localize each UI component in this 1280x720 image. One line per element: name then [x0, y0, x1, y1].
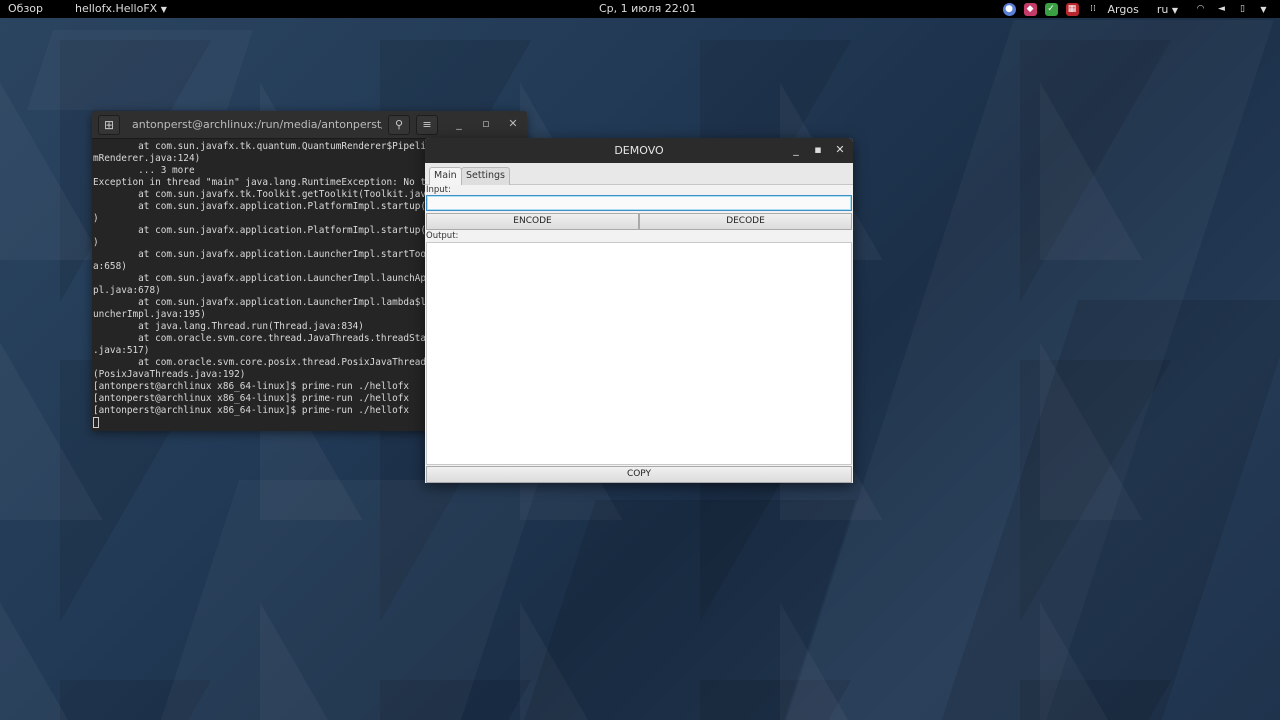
search-icon: ⚲ — [394, 118, 404, 131]
wallpaper-panel — [161, 480, 539, 720]
app-icon-1[interactable]: ● — [1002, 2, 1016, 16]
argos-label[interactable]: Argos — [1108, 3, 1139, 16]
minimize-button[interactable]: _ — [789, 143, 803, 156]
terminal-header: ⊞ antonperst@archlinux:/run/media/antonp… — [92, 111, 527, 139]
copy-button[interactable]: COPY — [426, 466, 852, 483]
battery-icon[interactable]: ▯ — [1236, 3, 1249, 16]
chevron-down-icon: ▼ — [160, 5, 167, 14]
tab-main[interactable]: Main — [429, 167, 462, 185]
output-label: Output: — [426, 231, 459, 241]
new-tab-button[interactable]: ⊞ — [98, 115, 120, 135]
app-icon-2[interactable]: ◆ — [1023, 2, 1037, 16]
input-field[interactable] — [426, 195, 852, 211]
top-bar: Обзор hellofx.HelloFX ▼ Ср, 1 июля 22:01… — [0, 0, 1280, 18]
activities-button[interactable]: Обзор — [8, 2, 43, 15]
close-button[interactable]: ✕ — [506, 117, 520, 130]
plus-icon: ⊞ — [103, 118, 115, 132]
calendar-icon[interactable]: ▦ — [1065, 2, 1079, 16]
chevron-down-icon: ▼ — [1171, 5, 1178, 15]
encode-button[interactable]: ENCODE — [426, 213, 639, 230]
clock[interactable]: Ср, 1 июля 22:01 — [599, 2, 696, 15]
language-label: ru — [1156, 2, 1169, 16]
system-tray: ● ◆ ✓ ▦ ⁞⁞ Argos ru ▼ ◠ ◄ ▯ ▼ — [1002, 0, 1270, 18]
menu-button[interactable]: ≡ — [416, 115, 438, 135]
volume-icon[interactable]: ◄ — [1215, 3, 1228, 16]
demovo-window: DEMOVO _ ▪ ✕ Main Settings Input: ENCODE… — [425, 138, 853, 483]
search-button[interactable]: ⚲ — [388, 115, 410, 135]
wifi-icon[interactable]: ◠ — [1194, 3, 1207, 16]
close-button[interactable]: ✕ — [833, 143, 847, 156]
hamburger-icon: ≡ — [422, 118, 432, 131]
terminal-title: antonperst@archlinux:/run/media/antonper… — [132, 118, 382, 131]
grid-icon[interactable]: ⁞⁞ — [1087, 3, 1100, 16]
maximize-button[interactable]: ▫ — [479, 117, 493, 130]
language-indicator[interactable]: ru ▼ — [1157, 3, 1178, 16]
output-area[interactable] — [426, 242, 852, 465]
chevron-down-icon[interactable]: ▼ — [1257, 3, 1270, 16]
app-menu-label: hellofx.HelloFX — [75, 2, 158, 15]
tab-settings[interactable]: Settings — [461, 167, 510, 185]
app-menu[interactable]: hellofx.HelloFX ▼ — [75, 2, 167, 15]
demovo-titlebar: DEMOVO _ ▪ ✕ — [425, 138, 853, 163]
minimize-button[interactable]: _ — [452, 117, 466, 130]
check-icon[interactable]: ✓ — [1044, 2, 1058, 16]
maximize-button[interactable]: ▪ — [811, 143, 825, 156]
tab-bar: Main Settings — [425, 163, 853, 185]
wallpaper-panel — [27, 30, 253, 110]
decode-button[interactable]: DECODE — [639, 213, 852, 230]
input-label: Input: — [426, 185, 451, 195]
